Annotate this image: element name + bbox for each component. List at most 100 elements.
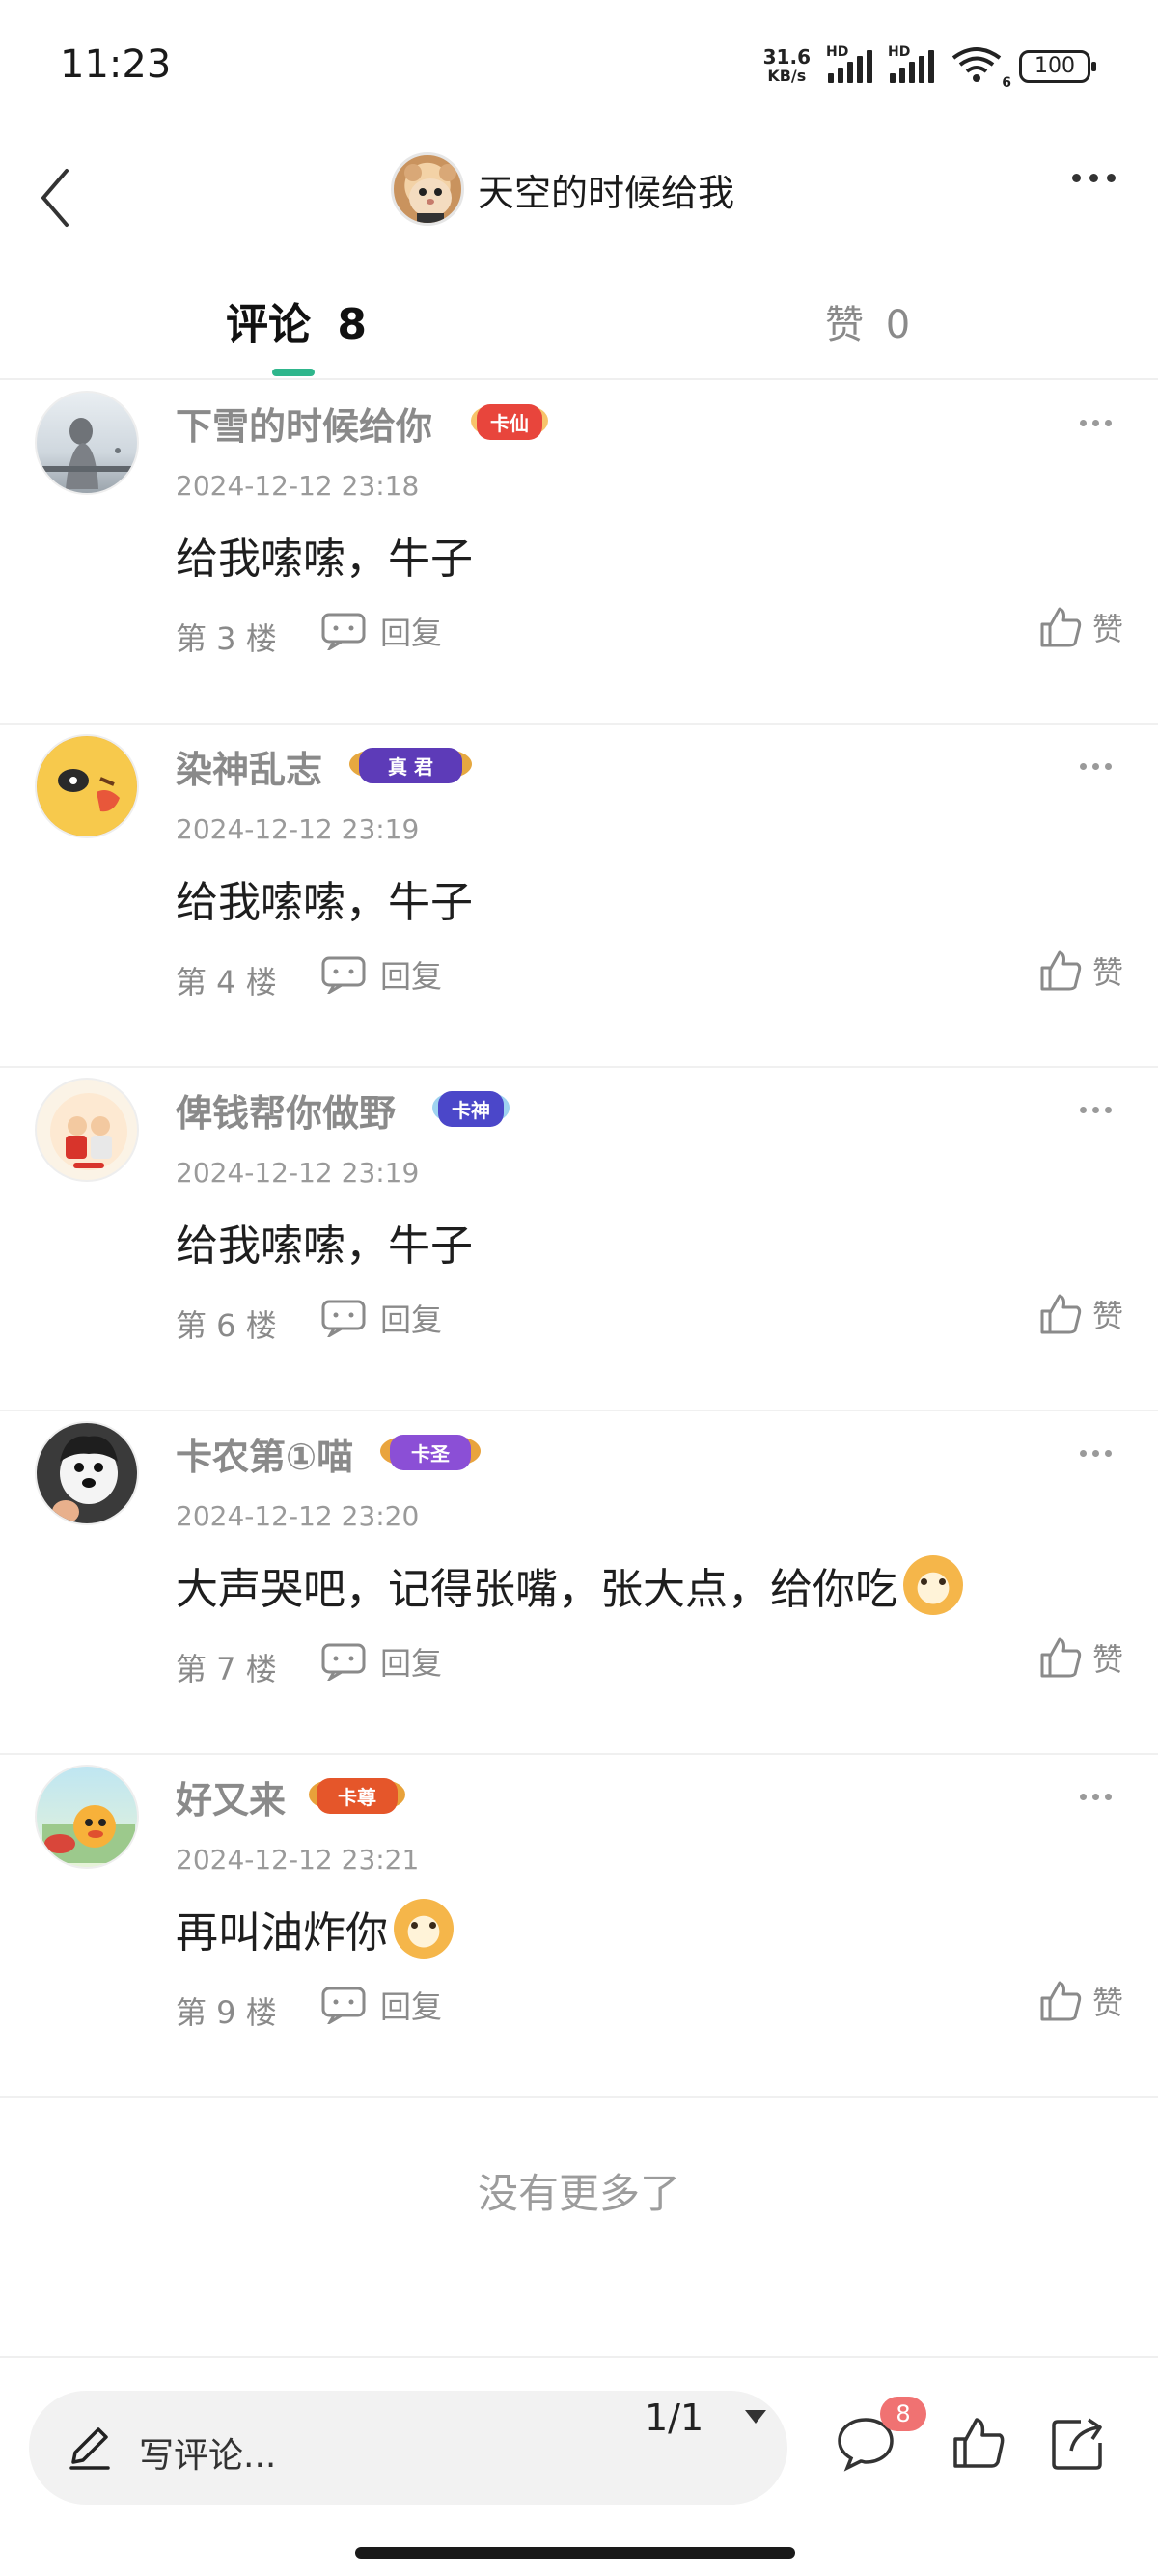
avatar[interactable] [35, 1421, 139, 1525]
share-icon[interactable] [1048, 2414, 1108, 2474]
floor-number: 第 4 楼 [176, 964, 277, 1000]
end-of-list-text: 没有更多了 [477, 2170, 680, 2217]
tab-bar: 评论 8 赞 0 [0, 280, 1158, 380]
signal-hd-label: HD [888, 44, 911, 60]
page-title: 天空的时候给我 [478, 171, 735, 214]
header: 天空的时候给我 [0, 135, 1158, 280]
comment-timestamp: 2024-12-12 23:18 [176, 470, 420, 502]
comment-more-button[interactable] [1080, 763, 1112, 770]
comment-more-button[interactable] [1080, 420, 1112, 426]
comment-text: 大声哭吧，记得张嘴，张大点，给你吃 [176, 1554, 963, 1616]
level-badge: 卡仙 [471, 397, 548, 447]
like-label: 赞 [1091, 1298, 1123, 1334]
avatar[interactable] [35, 1078, 139, 1182]
like-button[interactable]: 赞 [1038, 1292, 1123, 1336]
cell-signal-icon: HD [888, 44, 934, 83]
comment-author[interactable]: 下雪的时候给你 [176, 397, 432, 450]
shiba-dog-emoji-icon [394, 1899, 454, 1959]
level-badge: 卡圣 [380, 1427, 481, 1477]
comment-author[interactable]: 俾钱帮你做野 [176, 1083, 396, 1137]
thumbs-up-icon [1040, 1294, 1082, 1334]
comment-timestamp: 2024-12-12 23:19 [176, 813, 420, 845]
tab-comments-count: 8 [337, 300, 367, 349]
comment-author[interactable]: 染神乱志 [176, 740, 322, 793]
caret-down-icon[interactable] [743, 2408, 768, 2425]
list-item: 俾钱帮你做野 卡神 2024-12-12 23:19 给我嗦嗦，牛子 第 6 楼… [0, 1068, 1158, 1411]
tab-likes[interactable]: 赞 0 [825, 293, 910, 349]
reply-label: 回复 [380, 958, 443, 995]
comment-more-button[interactable] [1080, 1450, 1112, 1457]
chevron-left-icon [41, 169, 69, 227]
reply-label: 回复 [380, 1988, 443, 2025]
cell-signal-icon: HD [826, 44, 872, 83]
avatar[interactable] [35, 1765, 139, 1869]
level-badge: 卡尊 [309, 1770, 405, 1821]
floor-number: 第 9 楼 [176, 1994, 277, 2031]
tab-likes-count: 0 [885, 303, 911, 347]
reply-icon [321, 956, 366, 994]
reply-label: 回复 [380, 1645, 443, 1682]
like-button[interactable]: 赞 [1038, 1979, 1123, 2023]
status-icons: 31.6 KB/s HD HD 6 100 [763, 44, 1096, 91]
badge-label: 卡神 [438, 1090, 504, 1127]
reply-label: 回复 [380, 1302, 443, 1338]
wifi-label: 6 [1002, 75, 1011, 91]
status-time: 11:23 [60, 42, 172, 87]
thumbs-up-icon [1040, 1637, 1082, 1678]
like-label: 赞 [1091, 1641, 1123, 1678]
tab-comments[interactable]: 评论 8 [226, 289, 367, 351]
reply-button[interactable]: 回复 [320, 952, 442, 997]
bottom-bar: 写评论... 1/1 8 [0, 2356, 1158, 2576]
more-horizontal-icon [1080, 763, 1087, 770]
network-speed: 31.6 KB/s [763, 47, 811, 86]
more-options-button[interactable] [1072, 174, 1116, 182]
pencil-icon [69, 2427, 110, 2470]
floor-number: 第 7 楼 [176, 1651, 277, 1687]
thumbs-up-icon [1040, 1981, 1082, 2021]
list-item: 染神乱志 真 君 2024-12-12 23:19 给我嗦嗦，牛子 第 4 楼 … [0, 725, 1158, 1068]
more-horizontal-icon [1080, 1450, 1087, 1457]
comment-more-button[interactable] [1080, 1794, 1112, 1800]
page-selector[interactable]: 1/1 [645, 2397, 703, 2439]
reply-icon [321, 613, 366, 650]
like-button[interactable]: 赞 [1038, 948, 1123, 993]
level-badge: 真 君 [349, 740, 472, 790]
list-item: 下雪的时候给你 卡仙 2024-12-12 23:18 给我嗦嗦，牛子 第 3 … [0, 381, 1158, 725]
comment-timestamp: 2024-12-12 23:19 [176, 1157, 420, 1189]
network-speed-unit: KB/s [767, 67, 807, 85]
comment-text: 给我嗦嗦，牛子 [176, 1211, 473, 1273]
back-button[interactable] [21, 154, 89, 241]
avatar[interactable] [35, 391, 139, 495]
comment-count-badge: 8 [880, 2397, 926, 2431]
reply-button[interactable]: 回复 [320, 609, 442, 653]
header-user[interactable]: 天空的时候给我 [391, 143, 734, 235]
more-horizontal-icon [1080, 420, 1087, 426]
comment-text-content: 给我嗦嗦，牛子 [176, 878, 473, 927]
comment-input-placeholder: 写评论... [139, 2436, 277, 2476]
avatar[interactable] [35, 734, 139, 838]
signal-hd-label: HD [826, 44, 849, 60]
reply-button[interactable]: 回复 [320, 1296, 442, 1340]
like-label: 赞 [1091, 1985, 1123, 2021]
comment-text-content: 给我嗦嗦，牛子 [176, 534, 473, 584]
more-horizontal-icon [1072, 174, 1081, 182]
reply-button[interactable]: 回复 [320, 1983, 442, 2027]
like-button[interactable]: 赞 [1038, 1635, 1123, 1680]
reply-button[interactable]: 回复 [320, 1639, 442, 1684]
more-horizontal-icon [1080, 1794, 1087, 1800]
level-badge: 卡神 [432, 1083, 510, 1134]
like-label: 赞 [1091, 611, 1123, 647]
comment-author[interactable]: 好又来 [176, 1770, 286, 1823]
comment-author[interactable]: 卡农第①喵 [176, 1427, 353, 1480]
comment-text-content: 大声哭吧，记得张嘴，张大点，给你吃 [176, 1565, 897, 1614]
like-button[interactable]: 赞 [1038, 605, 1123, 649]
home-indicator[interactable] [355, 2547, 795, 2559]
thumbs-up-icon[interactable] [950, 2414, 1007, 2472]
avatar[interactable] [391, 152, 464, 226]
comment-text: 给我嗦嗦，牛子 [176, 867, 473, 929]
comment-more-button[interactable] [1080, 1107, 1112, 1113]
thumbs-up-icon [1040, 607, 1082, 647]
tab-active-indicator [272, 369, 315, 376]
wifi-icon: 6 [951, 46, 1011, 91]
badge-label: 卡尊 [317, 1777, 398, 1814]
